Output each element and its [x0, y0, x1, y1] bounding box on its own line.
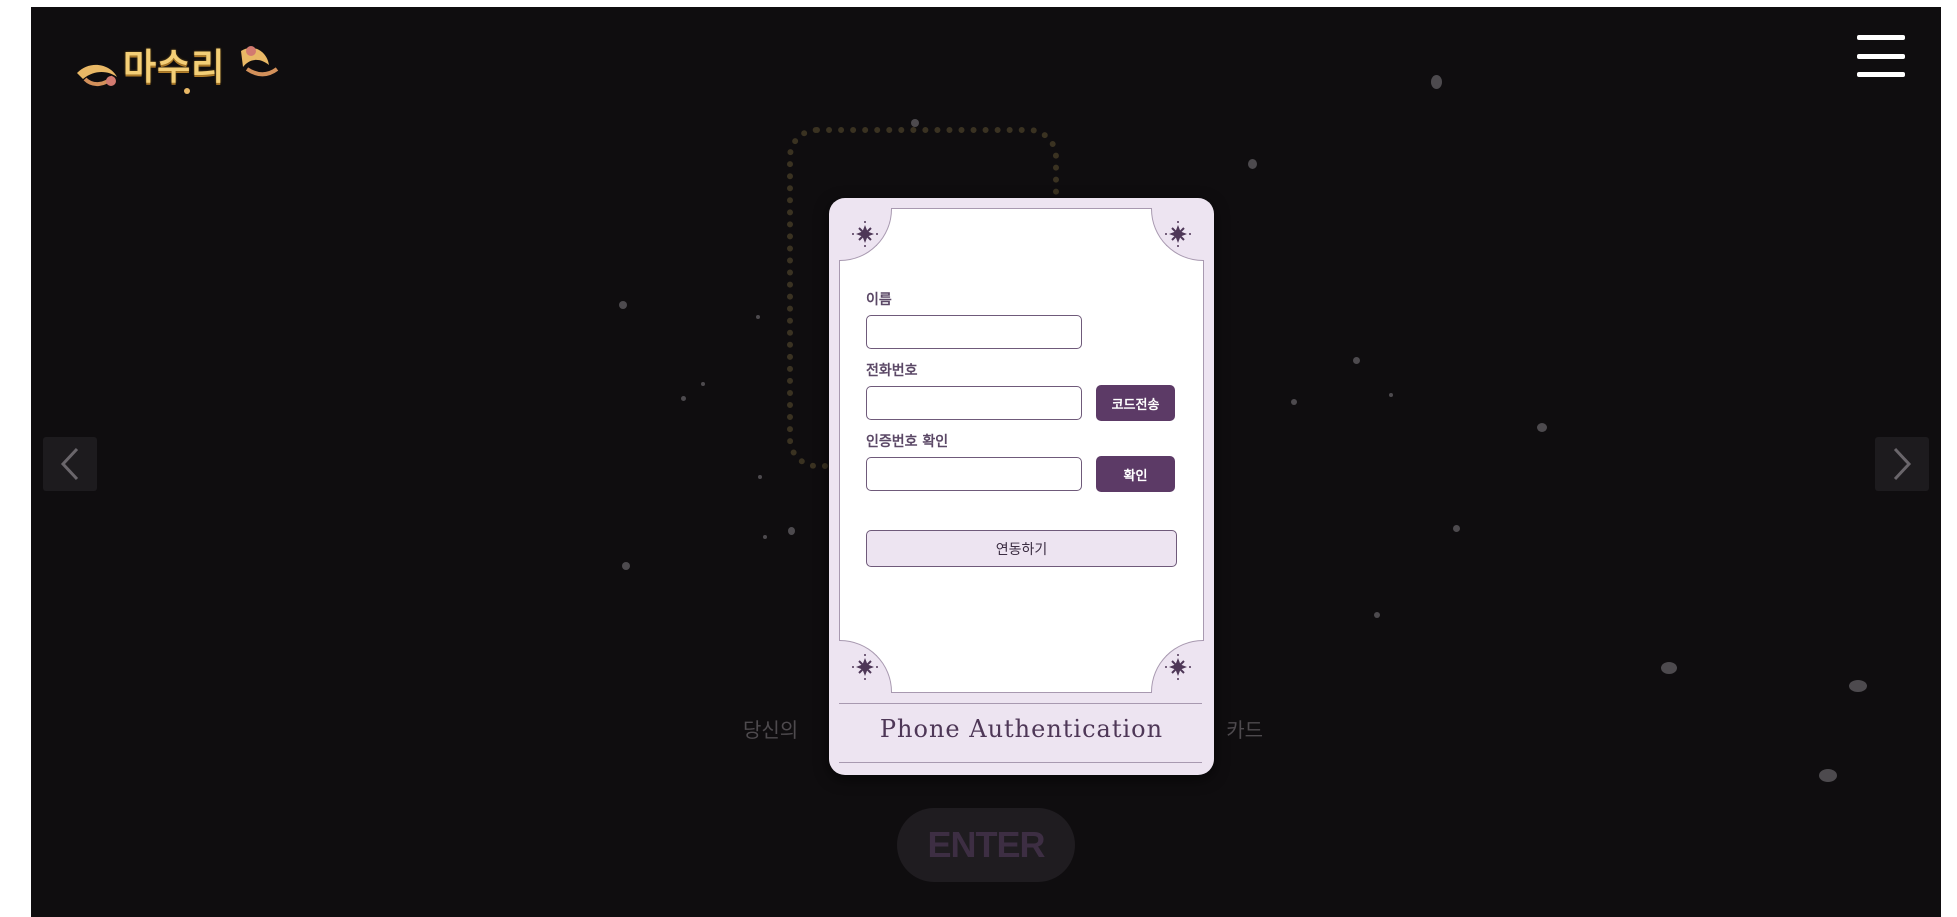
modal-title: Phone Authentication [879, 715, 1164, 743]
carousel-prev-button[interactable] [43, 437, 97, 491]
tagline-right: 카드 [1226, 717, 1263, 742]
dust-particle [1374, 612, 1380, 618]
dust-particle [681, 396, 686, 401]
auth-card: 이름 전화번호 코드전송 인증번호 확인 확인 연동하기 [839, 208, 1204, 693]
dust-particle [1537, 423, 1547, 432]
dust-particle [1291, 399, 1297, 405]
dust-particle [1353, 357, 1360, 364]
chevron-left-icon [60, 447, 79, 481]
dust-particle [1849, 680, 1867, 692]
menu-line [1857, 72, 1905, 77]
star-burst-icon [852, 654, 878, 680]
title-divider-top [839, 703, 1202, 704]
dust-particle [1819, 769, 1837, 782]
phone-auth-modal: 이름 전화번호 코드전송 인증번호 확인 확인 연동하기 Phone Authe… [829, 198, 1214, 775]
carousel-next-button[interactable] [1875, 437, 1929, 491]
logo-text: 마수리 [123, 46, 226, 88]
name-label: 이름 [866, 292, 892, 308]
dust-particle [1661, 662, 1677, 674]
dust-particle [756, 315, 760, 319]
confirm-button[interactable]: 확인 [1096, 456, 1175, 492]
corner-ornament [1151, 640, 1204, 693]
dust-particle [1389, 393, 1393, 397]
dust-particle [1431, 75, 1442, 89]
dust-particle [619, 301, 627, 309]
dust-particle [758, 475, 762, 479]
star-burst-icon [1165, 654, 1191, 680]
star-burst-icon [852, 221, 878, 247]
menu-line [1857, 35, 1905, 40]
dust-particle [701, 382, 705, 386]
dust-particle [1453, 525, 1460, 532]
dust-particle [1248, 159, 1257, 169]
link-account-button[interactable]: 연동하기 [866, 530, 1177, 567]
verify-code-input[interactable] [866, 457, 1082, 491]
phone-label: 전화번호 [866, 363, 918, 379]
dust-particle [911, 119, 919, 127]
title-divider-bottom [839, 762, 1202, 763]
corner-ornament [839, 208, 892, 261]
landing-stage: 마수리 당신의 카드 ENTER 이름 전화번호 코드전송 인증번호 확인 확인… [31, 7, 1941, 917]
dust-particle [788, 527, 795, 535]
verify-code-label: 인증번호 확인 [866, 434, 949, 450]
menu-line [1857, 53, 1905, 59]
corner-ornament [839, 640, 892, 693]
dust-particle [763, 535, 767, 539]
star-burst-icon [1165, 221, 1191, 247]
site-logo[interactable]: 마수리 [71, 29, 281, 99]
dust-particle [622, 562, 630, 570]
corner-ornament [1151, 208, 1204, 261]
tagline-left: 당신의 [743, 717, 799, 742]
hamburger-menu-icon[interactable] [1857, 35, 1905, 77]
name-input[interactable] [866, 315, 1082, 349]
send-code-button[interactable]: 코드전송 [1096, 385, 1175, 421]
phone-input[interactable] [866, 386, 1082, 420]
chevron-right-icon [1893, 447, 1912, 481]
enter-button[interactable]: ENTER [897, 808, 1075, 882]
